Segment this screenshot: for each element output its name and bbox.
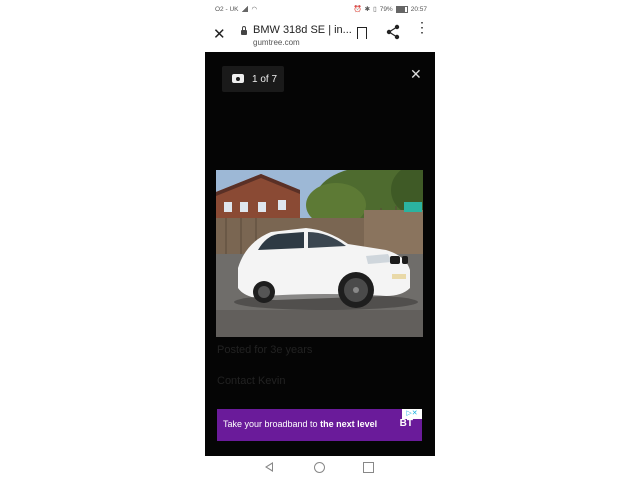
adchoices-icon[interactable]: ▷✕ [402, 409, 422, 419]
image-counter: 1 of 7 [222, 66, 284, 92]
bt-logo: BT [399, 418, 413, 429]
camera-icon [232, 74, 244, 83]
wifi-icon: ◠ [251, 6, 258, 13]
share-icon[interactable] [385, 24, 401, 40]
more-options-icon[interactable]: ⋮ [415, 20, 429, 34]
phone-screen: O2 - UK ◠ ⏰ ✱ ▯ 79% 20:57 ✕ BMW 318d SE … [205, 0, 435, 480]
bluetooth-icon: ✱ [364, 6, 371, 13]
ad-text-plain: Take your broadband to [223, 419, 321, 429]
broadband-ad-banner[interactable]: Take your broadband to the next level BT… [217, 409, 422, 441]
lock-icon[interactable] [241, 26, 247, 35]
ad-text: Take your broadband to the next level [223, 419, 377, 429]
bookmark-icon[interactable] [357, 27, 367, 42]
page-title[interactable]: BMW 318d SE | in... [253, 24, 352, 36]
image-counter-text: 1 of 7 [252, 74, 278, 85]
background-posted-text: Posted for 3e years [217, 344, 313, 356]
page-domain[interactable]: gumtree.com [253, 38, 300, 47]
ad-text-bold: the next level [320, 419, 378, 429]
close-tab-icon[interactable]: ✕ [213, 25, 226, 43]
alarm-icon: ⏰ [353, 6, 362, 13]
browser-toolbar: ✕ BMW 318d SE | in... gumtree.com ⋮ [205, 18, 435, 52]
back-icon[interactable] [265, 462, 273, 472]
clock: 20:57 [410, 5, 427, 13]
battery-percent: 79% [379, 5, 393, 13]
carrier-label: O2 - UK [215, 5, 239, 13]
car-photo[interactable] [216, 170, 423, 337]
image-viewer: Contact Kevin Posted for 3e years 1 of 7… [205, 52, 435, 456]
system-nav-bar [205, 456, 435, 480]
home-icon[interactable] [314, 462, 325, 473]
recent-apps-icon[interactable] [363, 462, 374, 473]
status-bar: O2 - UK ◠ ⏰ ✱ ▯ 79% 20:57 [205, 0, 435, 18]
vibrate-icon: ▯ [373, 6, 377, 13]
signal-icon [241, 6, 249, 12]
close-viewer-icon[interactable]: ✕ [410, 66, 422, 83]
battery-icon [395, 5, 408, 13]
background-contact-text: Contact Kevin [217, 375, 286, 387]
